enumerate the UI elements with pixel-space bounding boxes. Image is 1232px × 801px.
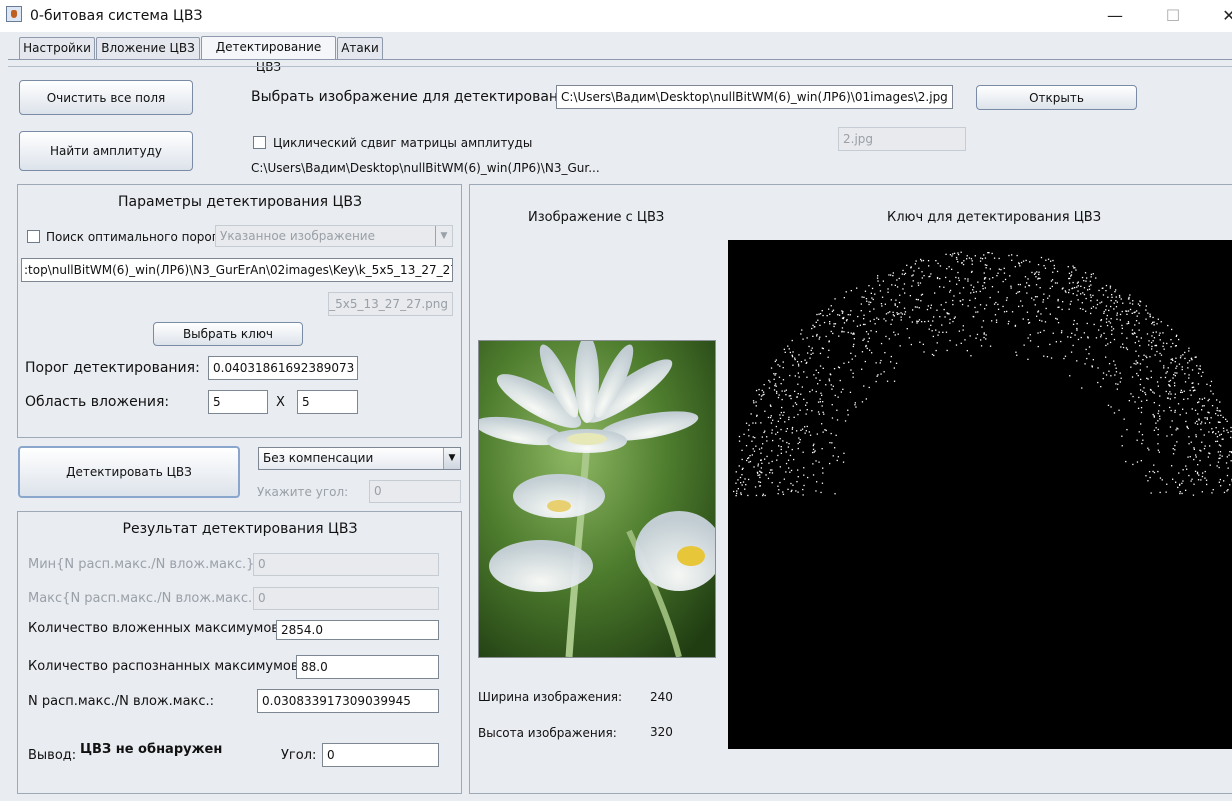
image-path-field[interactable]: C:\Users\Вадим\Desktop\nullBitWM(6)_win(…	[556, 85, 953, 109]
clear-all-button[interactable]: Очистить все поля	[19, 80, 193, 115]
output-label: Вывод:	[28, 748, 77, 763]
embedded-maxima-label: Количество вложенных максимумов:	[28, 621, 284, 636]
area-x-label: X	[276, 395, 285, 410]
close-button[interactable]: ✕	[1206, 4, 1232, 28]
embedding-area-label: Область вложения:	[25, 394, 170, 410]
threshold-source-value: Указанное изображение	[220, 229, 375, 243]
image-width-label: Ширина изображения:	[478, 690, 623, 704]
embedded-maxima-field[interactable]: 2854.0	[276, 620, 439, 640]
compensation-value: Без компенсации	[263, 451, 374, 465]
key-name-field: k_5x5_13_27_27.png	[328, 292, 453, 316]
area-width-field[interactable]: 5	[208, 390, 268, 414]
ratio-field[interactable]: 0.030833917309039945	[257, 689, 439, 713]
select-image-label: Выбрать изображение для детектирования:	[251, 89, 581, 105]
key-path-field[interactable]: :top\nullBitWM(6)_win(ЛР6)\N3_GurErAn\02…	[21, 258, 453, 282]
result-title: Результат детектирования ЦВЗ	[122, 521, 358, 537]
key-image-title: Ключ для детектирования ЦВЗ	[887, 210, 1102, 225]
title-bar: 0-битовая система ЦВЗ — ☐ ✕	[0, 0, 1232, 32]
recognized-maxima-label: Количество распознанных максимумов:	[28, 659, 303, 674]
cyclic-shift-checkbox[interactable]	[253, 136, 266, 149]
threshold-field[interactable]: 0.04031861692389073	[208, 356, 358, 380]
compensation-combo[interactable]: Без компенсации ▼	[258, 447, 461, 470]
optimal-threshold-label: Поиск оптимального порога	[46, 230, 226, 244]
tab-strip-divider	[8, 59, 1232, 60]
detection-key-image	[728, 240, 1232, 749]
min-ratio-field: 0	[253, 553, 439, 576]
ratio-label: N расп.макс./N влож.макс.:	[28, 694, 215, 709]
max-ratio-field: 0	[253, 587, 439, 610]
recognized-maxima-field[interactable]: 88.0	[296, 655, 439, 679]
image-height-label: Высота изображения:	[478, 726, 617, 740]
tab-detection[interactable]: Детектирование ЦВЗ	[201, 36, 336, 74]
max-ratio-label: Макс{N расп.макс./N влож.макс.}:	[28, 591, 265, 606]
threshold-source-combo: Указанное изображение ▼	[215, 225, 453, 247]
detect-angle-field: 0	[369, 480, 461, 503]
select-key-button[interactable]: Выбрать ключ	[153, 322, 303, 346]
window-title: 0-битовая система ЦВЗ	[30, 8, 203, 24]
flower-picture	[479, 341, 715, 657]
open-button[interactable]: Открыть	[976, 85, 1137, 110]
maximize-button[interactable]: ☐	[1150, 4, 1196, 28]
params-title: Параметры детектирования ЦВЗ	[118, 194, 362, 210]
chevron-down-icon: ▼	[435, 226, 452, 246]
output-value: ЦВЗ не обнаружен	[80, 742, 223, 757]
min-ratio-label: Мин{N расп.макс./N влож.макс.}:	[28, 557, 259, 572]
key-dot-pattern	[733, 251, 1232, 497]
result-angle-label: Угол:	[281, 748, 317, 763]
java-app-icon	[6, 6, 22, 22]
tab-settings[interactable]: Настройки	[19, 37, 95, 59]
angle-hint-label: Укажите угол:	[257, 485, 349, 499]
wm-image-title: Изображение с ЦВЗ	[528, 210, 665, 225]
content-top-border	[8, 66, 1232, 67]
image-width-value: 240	[650, 690, 673, 704]
find-amplitude-button[interactable]: Найти амплитуду	[19, 131, 193, 171]
image-height-value: 320	[650, 725, 673, 739]
area-height-field[interactable]: 5	[297, 390, 358, 414]
amplitude-path-label: C:\Users\Вадим\Desktop\nullBitWM(6)_win(…	[251, 161, 600, 175]
minimize-button[interactable]: —	[1092, 4, 1138, 28]
cyclic-shift-label: Циклический сдвиг матрицы амплитуды	[273, 136, 533, 150]
tab-attacks[interactable]: Атаки	[337, 37, 383, 59]
image-name-field: 2.jpg	[838, 127, 966, 151]
threshold-label: Порог детектирования:	[25, 360, 200, 376]
optimal-threshold-checkbox[interactable]	[27, 230, 40, 243]
result-angle-field[interactable]: 0	[322, 743, 439, 767]
watermarked-image	[478, 340, 716, 658]
detect-wm-button[interactable]: Детектировать ЦВЗ	[18, 446, 240, 498]
tab-embedding[interactable]: Вложение ЦВЗ	[96, 37, 200, 59]
chevron-down-icon[interactable]: ▼	[443, 448, 460, 469]
